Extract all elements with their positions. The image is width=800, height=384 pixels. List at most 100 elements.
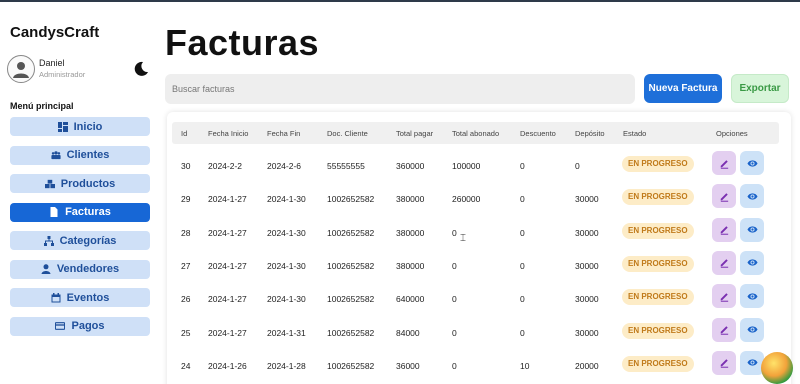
view-button[interactable]	[740, 284, 764, 309]
cell-total-abonado: 0	[452, 327, 457, 338]
cell-total-pagar: 36000	[396, 360, 420, 371]
column-header-id: Id	[181, 129, 188, 138]
status-badge: EN PROGRESO	[622, 322, 694, 339]
user-role: Administrador	[39, 70, 86, 79]
cell-doc-cliente: 1002652582	[327, 260, 375, 271]
column-header-fecha-fin: Fecha Fin	[267, 129, 301, 138]
status-badge: EN PROGRESO	[622, 222, 694, 239]
avatar[interactable]	[7, 55, 35, 83]
cell-deposito: 20000	[575, 360, 599, 371]
cell-deposito: 0	[575, 161, 580, 171]
cell-fecha-inicio: 2024-2-2	[208, 161, 243, 171]
cell-fecha-fin: 2024-1-30	[267, 227, 306, 238]
cell-fecha-fin: 2024-1-30	[267, 260, 306, 271]
sidebar: CandysCraft Daniel Administrador Menú pr…	[0, 2, 160, 384]
table-row: 30 2024-2-2 2024-2-6 55555555 360000 100000 0 0…	[172, 151, 779, 184]
cell-total-pagar: 640000	[396, 294, 425, 305]
cell-total-pagar: 380000	[396, 227, 425, 238]
pencil-icon	[720, 359, 728, 369]
view-button[interactable]	[740, 217, 764, 242]
edit-button[interactable]	[712, 184, 736, 209]
menu-item-label: Facturas	[65, 206, 111, 218]
pencil-icon	[720, 292, 728, 302]
menu-item-inicio[interactable]: Inicio	[10, 117, 150, 136]
menu-item-eventos[interactable]: Eventos	[10, 288, 150, 307]
cell-total-abonado: 260000	[452, 194, 481, 205]
menu-item-label: Inicio	[73, 120, 103, 133]
column-header-opciones: Opciones	[716, 129, 748, 138]
menu-item-clientes[interactable]: Clientes	[10, 145, 150, 165]
edit-button[interactable]	[712, 284, 736, 309]
view-button[interactable]	[740, 250, 764, 275]
cell-id: 25	[181, 327, 191, 338]
export-button[interactable]: Exportar	[731, 74, 789, 103]
cell-deposito: 30000	[575, 260, 599, 271]
user-icon	[41, 264, 51, 274]
eye-icon	[746, 193, 758, 200]
eye-icon	[746, 259, 758, 266]
column-header-doc-cliente: Doc. Cliente	[327, 129, 368, 138]
page-title: Facturas	[165, 22, 320, 63]
eye-icon	[746, 359, 758, 366]
edit-button[interactable]	[712, 350, 736, 375]
new-invoice-button[interactable]: Nueva Factura	[644, 74, 722, 103]
cell-id: 24	[181, 360, 191, 371]
cell-descuento: 0	[520, 260, 525, 271]
user-profile[interactable]: Daniel Administrador	[7, 55, 85, 83]
status-badge: EN PROGRESO	[622, 255, 694, 272]
menu-item-label: Clientes	[66, 149, 110, 161]
menu-title: Menú principal	[10, 101, 74, 111]
column-header-total-abonado: Total abonado	[452, 129, 500, 138]
table-header: Id Fecha Inicio Fecha Fin Doc. Cliente T…	[172, 122, 779, 144]
cell-fecha-fin: 2024-1-28	[267, 360, 306, 371]
eye-icon	[746, 326, 758, 333]
cell-doc-cliente: 1002652582	[327, 327, 375, 338]
menu-item-label: Vendedores	[56, 263, 120, 275]
file-icon	[50, 207, 58, 217]
cell-doc-cliente: 1002652582	[327, 194, 375, 205]
search-input[interactable]	[165, 74, 635, 104]
cell-descuento: 0	[520, 161, 525, 171]
cell-doc-cliente: 1002652582	[327, 227, 375, 238]
moon-icon[interactable]	[133, 61, 149, 77]
edit-button[interactable]	[712, 217, 736, 242]
cell-fecha-fin: 2024-2-6	[267, 161, 302, 171]
table-row: 25 2024-1-27 2024-1-31 1002652582 84000 0 0 300…	[172, 317, 779, 351]
status-badge: EN PROGRESO	[622, 289, 694, 306]
eye-icon	[746, 159, 758, 167]
cell-fecha-fin: 2024-1-30	[267, 194, 306, 205]
menu-item-productos[interactable]: Productos	[10, 174, 150, 193]
menu-item-categorias[interactable]: Categorías	[10, 231, 150, 250]
column-header-total-pagar: Total pagar	[396, 129, 434, 138]
pencil-icon	[720, 226, 728, 235]
edit-button[interactable]	[712, 250, 736, 275]
view-button[interactable]	[740, 317, 764, 342]
menu-item-facturas[interactable]: Facturas	[10, 202, 150, 222]
invoices-table: Id Fecha Inicio Fecha Fin Doc. Cliente T…	[167, 112, 791, 384]
cell-doc-cliente: 1002652582	[327, 360, 375, 371]
calendar-icon	[51, 292, 61, 302]
cell-fecha-inicio: 2024-1-26	[208, 360, 247, 371]
menu-item-vendedores[interactable]: Vendedores	[10, 259, 150, 279]
assistant-bubble-icon[interactable]	[761, 352, 793, 384]
cell-fecha-inicio: 2024-1-27	[208, 194, 247, 205]
cell-deposito: 30000	[575, 327, 599, 338]
boxes-icon	[44, 179, 55, 188]
cell-total-abonado: 0	[452, 360, 457, 371]
cell-total-pagar: 360000	[396, 161, 425, 171]
menu-item-pagos[interactable]: Pagos	[10, 316, 150, 336]
cell-doc-cliente: 1002652582	[327, 294, 375, 305]
cell-total-pagar: 380000	[396, 194, 425, 205]
edit-button[interactable]	[712, 151, 736, 175]
edit-button[interactable]	[712, 317, 736, 342]
status-badge: EN PROGRESO	[622, 156, 694, 172]
menu-item-label: Pagos	[71, 320, 105, 332]
view-button[interactable]	[740, 151, 764, 175]
cell-total-abonado: 0	[452, 260, 457, 271]
cell-deposito: 30000	[575, 227, 599, 238]
cell-id: 30	[181, 161, 191, 171]
status-badge: EN PROGRESO	[622, 355, 694, 372]
pencil-icon	[720, 193, 728, 202]
view-button[interactable]	[740, 184, 764, 209]
menu-item-label: Productos	[60, 177, 116, 190]
